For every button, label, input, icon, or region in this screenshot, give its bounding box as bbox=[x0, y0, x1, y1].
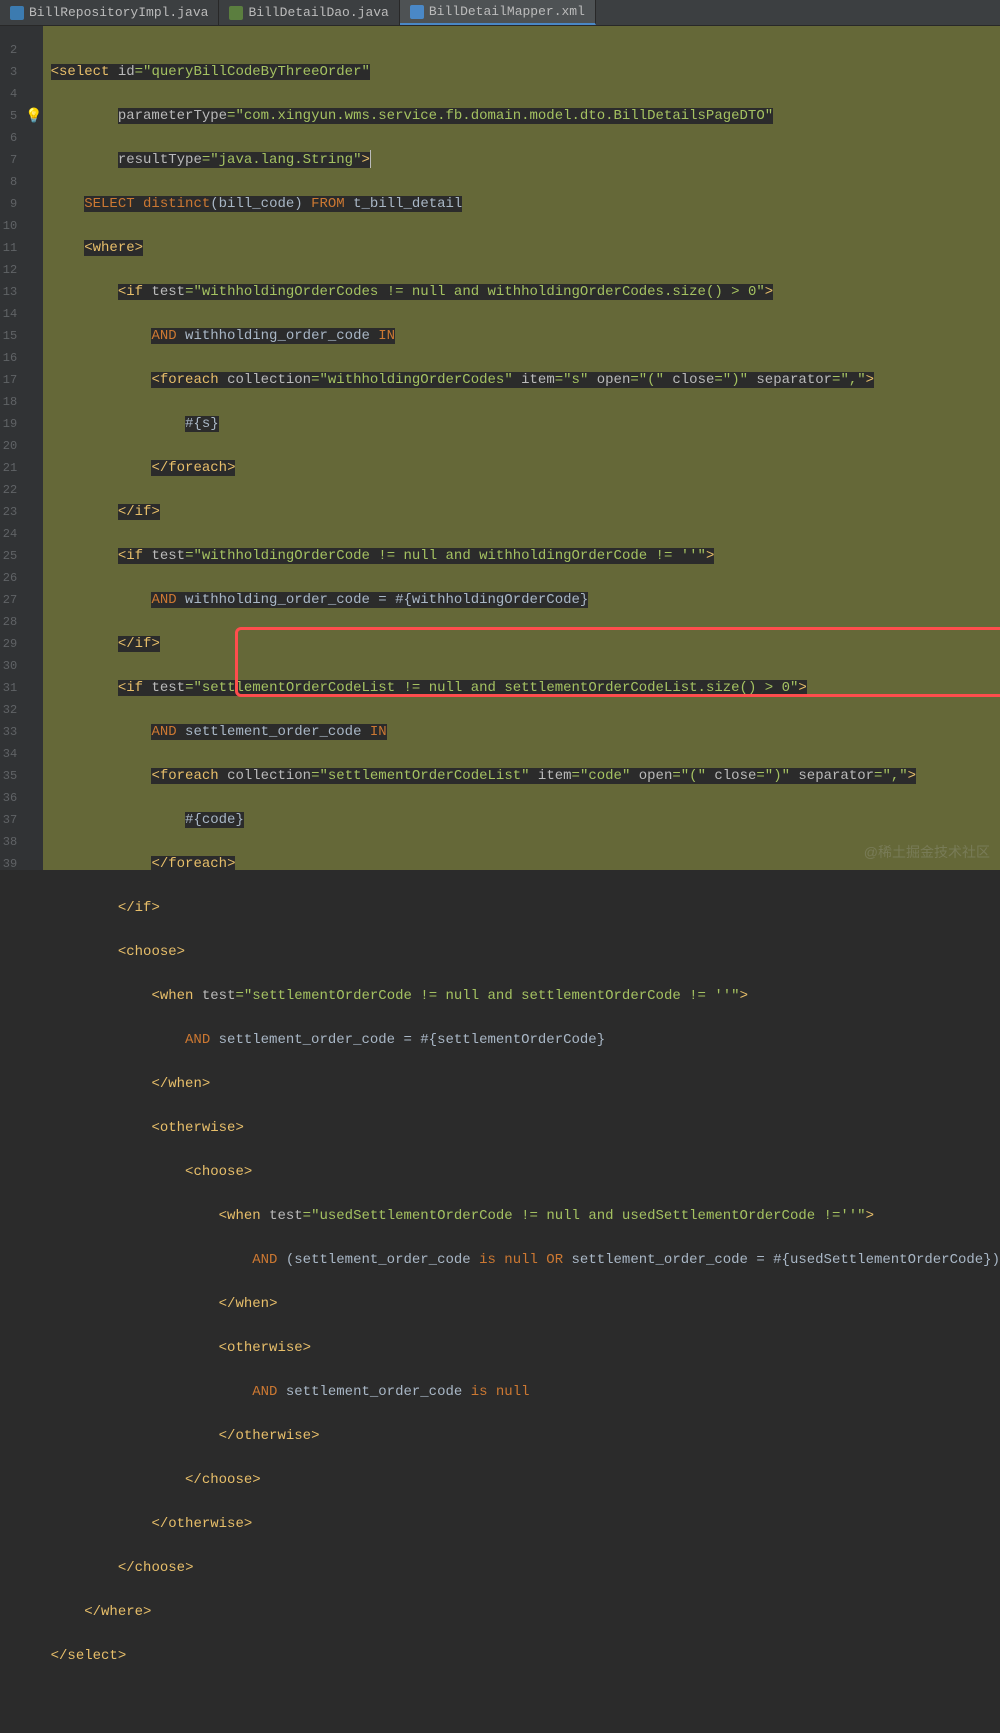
tab-bill-repository[interactable]: BillRepositoryImpl.java bbox=[0, 0, 219, 25]
java-icon bbox=[229, 6, 243, 20]
xml-icon bbox=[410, 5, 424, 19]
tab-label: BillDetailMapper.xml bbox=[429, 4, 585, 19]
tab-bill-detail-mapper[interactable]: BillDetailMapper.xml bbox=[400, 0, 596, 25]
watermark: @稀土掘金技术社区 bbox=[864, 842, 990, 862]
fold-column: 💡 bbox=[25, 26, 42, 870]
tab-bar: BillRepositoryImpl.java BillDetailDao.ja… bbox=[0, 0, 1000, 26]
tab-label: BillDetailDao.java bbox=[248, 5, 388, 20]
tab-label: BillRepositoryImpl.java bbox=[29, 5, 208, 20]
bulb-icon[interactable]: 💡 bbox=[25, 108, 42, 125]
editor: 2345678910111213141516171819202122232425… bbox=[0, 26, 1000, 870]
java-icon bbox=[10, 6, 24, 20]
line-numbers: 2345678910111213141516171819202122232425… bbox=[0, 26, 25, 870]
tab-bill-detail-dao[interactable]: BillDetailDao.java bbox=[219, 0, 399, 25]
code-area[interactable]: <select id="queryBillCodeByThreeOrder" p… bbox=[43, 26, 1000, 870]
